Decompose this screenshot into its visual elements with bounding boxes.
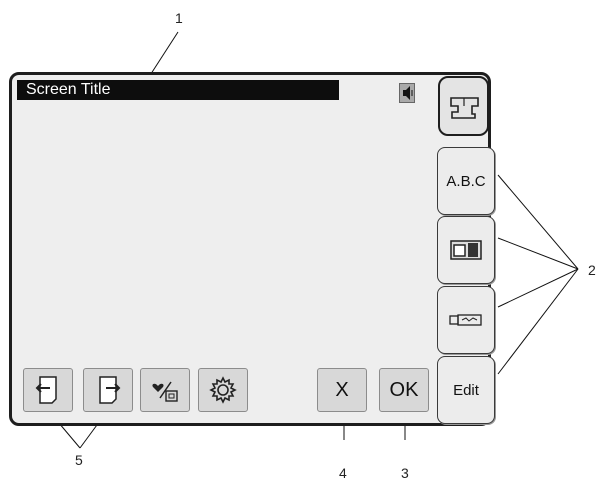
heart-memory-icon <box>152 381 178 402</box>
prev-page-button[interactable] <box>23 368 73 412</box>
sewing-machine-icon <box>450 97 479 119</box>
tab-camera[interactable] <box>437 216 495 284</box>
tab-abc-label: A.B.C <box>446 172 486 190</box>
cancel-button[interactable]: X <box>317 368 367 412</box>
tab-abc[interactable]: A.B.C <box>437 147 495 215</box>
usb-stick-icon <box>449 314 482 326</box>
gear-icon <box>209 376 237 404</box>
page-back-icon <box>35 376 57 404</box>
tab-edit[interactable]: Edit <box>437 356 495 424</box>
callout-4: 4 <box>339 465 347 481</box>
machine-mode-tab[interactable] <box>438 76 489 136</box>
ok-button[interactable]: OK <box>379 368 429 412</box>
tab-usb[interactable] <box>437 286 495 354</box>
settings-button[interactable] <box>198 368 248 412</box>
ok-label: OK <box>389 378 419 401</box>
tab-edit-label: Edit <box>453 381 479 399</box>
callout-5: 5 <box>75 452 83 468</box>
next-page-button[interactable] <box>83 368 133 412</box>
callout-3: 3 <box>401 465 409 481</box>
screen-title: Screen Title <box>17 80 339 100</box>
camera-icon <box>450 240 482 260</box>
page-forward-icon <box>99 376 121 404</box>
callout-1: 1 <box>175 10 183 26</box>
callout-2: 2 <box>588 262 596 278</box>
speaker-icon[interactable] <box>399 83 415 103</box>
memory-button[interactable] <box>140 368 190 412</box>
cancel-label: X <box>335 378 349 401</box>
